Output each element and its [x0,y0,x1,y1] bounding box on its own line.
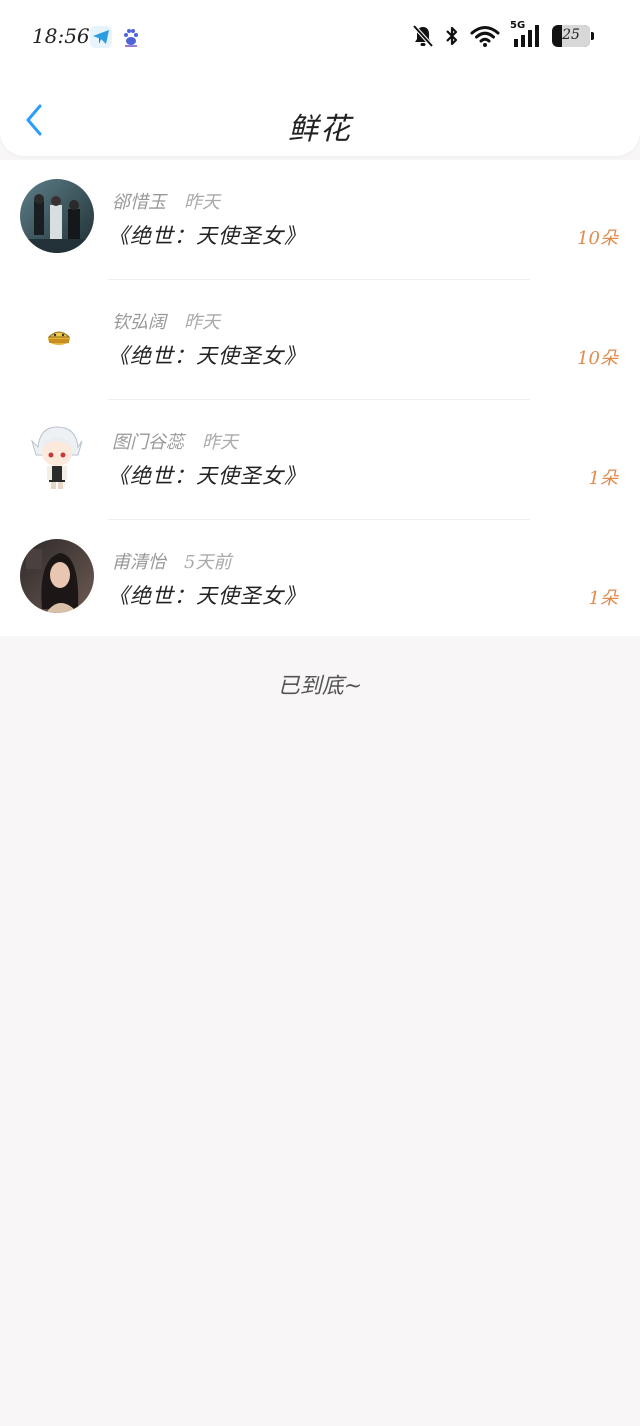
battery-level: 25 [562,27,580,43]
avatar[interactable] [20,539,94,613]
item-time: 昨天 [202,432,238,453]
item-time: 5天前 [184,552,232,573]
item-time: 昨天 [184,192,220,213]
flower-count: 1朵 [588,588,618,609]
item-meta: 郤惜玉 昨天 [112,188,220,214]
status-icons: 5G 25 [412,20,594,50]
baidu-paw-icon [120,26,142,48]
item-meta: 甫清怡 5天前 [112,548,231,574]
status-bar: 18:56 5G 25 [0,0,640,76]
book-title[interactable]: 《绝世：天使圣女》 [108,460,306,490]
flower-count: 10朵 [577,228,618,249]
end-of-list-text: 已到底~ [277,674,363,699]
item-time: 昨天 [184,312,220,333]
flower-count: 10朵 [577,348,618,369]
book-title[interactable]: 《绝世：天使圣女》 [108,340,306,370]
list-item[interactable]: 图门谷蕊 昨天 《绝世：天使圣女》 1朵 [0,400,640,520]
page-title: 鲜花 [288,112,352,147]
user-name[interactable]: 钦弘阔 [112,312,166,333]
wifi-icon [470,24,500,48]
battery-icon: 25 [552,25,594,47]
flower-count: 1朵 [588,468,618,489]
bluetooth-icon [444,24,460,48]
signal-icon: 5G [510,20,542,49]
list-item[interactable]: 甫清怡 5天前 《绝世：天使圣女》 1朵 [0,520,640,640]
avatar[interactable] [20,419,94,493]
nav-bar: 鲜花 [0,76,640,156]
avatar[interactable] [20,299,94,373]
list-item[interactable]: 钦弘阔 昨天 《绝世：天使圣女》 10朵 [0,280,640,400]
avatar[interactable] [20,179,94,253]
list-item[interactable]: 郤惜玉 昨天 《绝世：天使圣女》 10朵 [0,160,640,280]
bell-muted-icon [412,24,434,48]
item-meta: 图门谷蕊 昨天 [112,428,238,454]
item-meta: 钦弘阔 昨天 [112,308,220,334]
user-name[interactable]: 图门谷蕊 [112,432,184,453]
user-name[interactable]: 郤惜玉 [112,192,166,213]
book-title[interactable]: 《绝世：天使圣女》 [108,580,306,610]
flower-list: 郤惜玉 昨天 《绝世：天使圣女》 10朵 钦弘阔 昨天 《绝世：天使圣女》 10朵 [0,160,640,636]
user-name[interactable]: 甫清怡 [112,552,166,573]
status-time: 18:56 [32,24,90,48]
book-title[interactable]: 《绝世：天使圣女》 [108,220,306,250]
telegram-icon [90,26,112,48]
